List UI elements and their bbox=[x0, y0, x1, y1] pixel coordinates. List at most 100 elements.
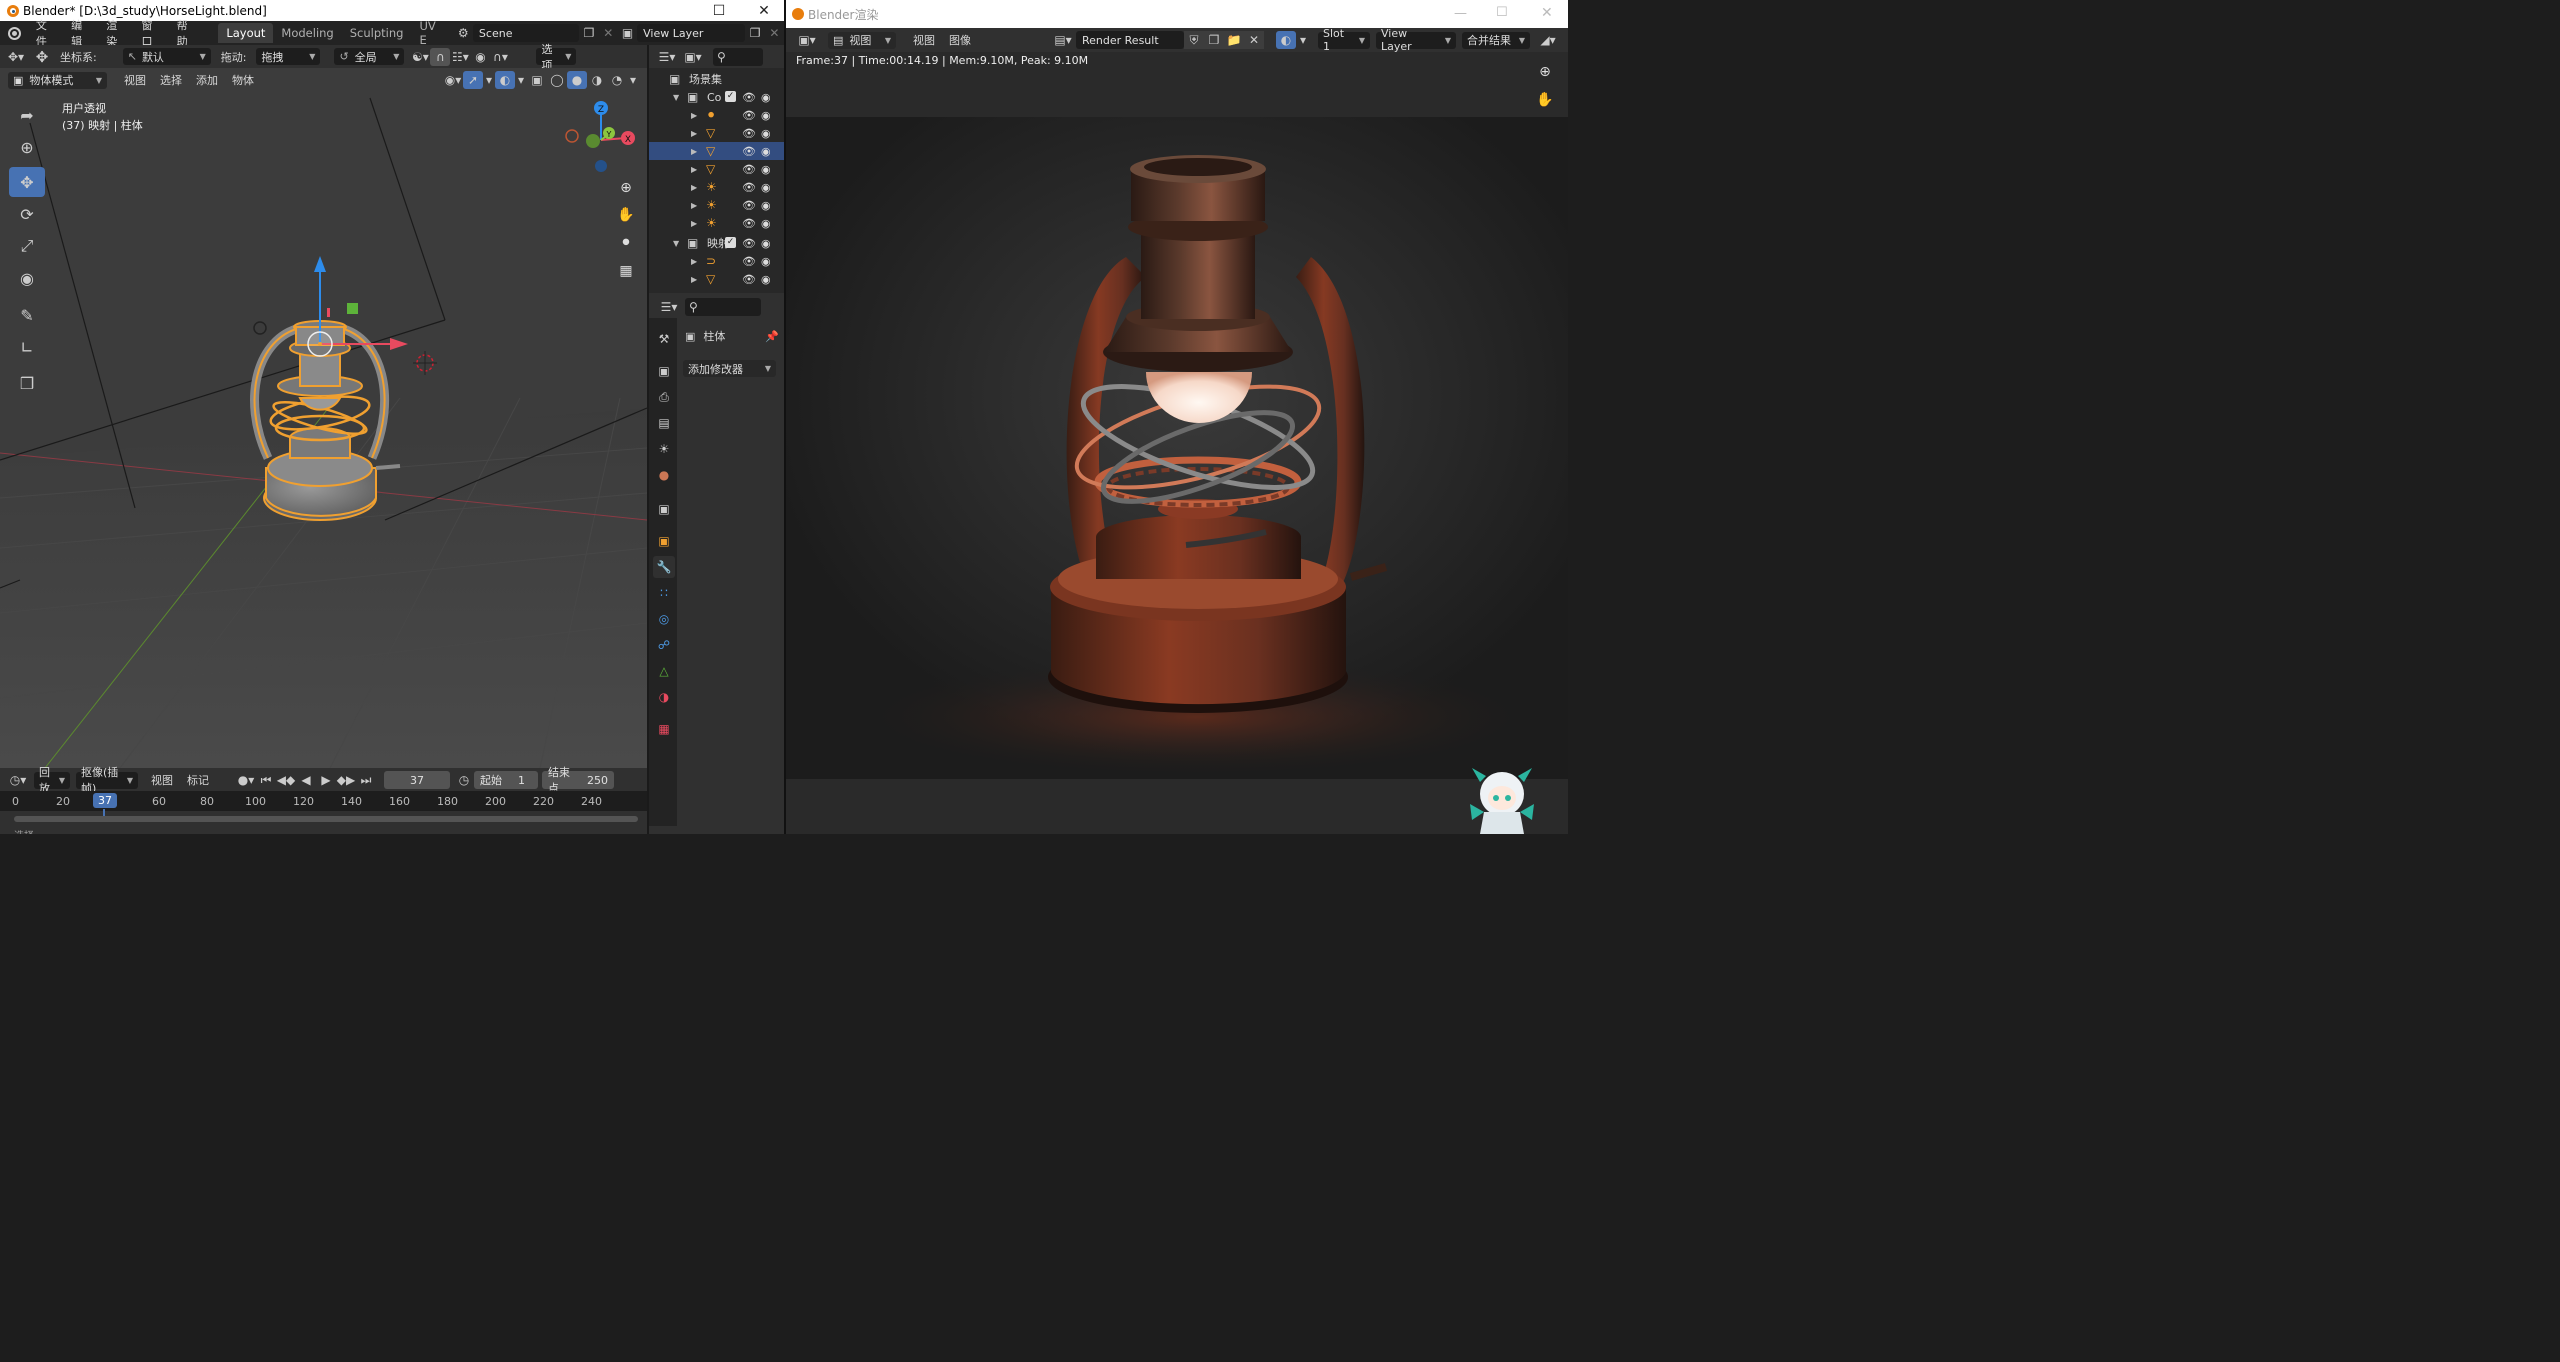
eye-icon[interactable]: 👁 bbox=[742, 255, 756, 268]
outliner-item-mesh[interactable]: ▶ ▽ 👁 ◉ bbox=[649, 124, 784, 142]
transform-tool-dropdown[interactable]: ✥▾ bbox=[6, 48, 26, 66]
add-modifier-dropdown[interactable]: 添加修改器 ▼ bbox=[683, 360, 776, 377]
wireframe-shading-icon[interactable]: ◯ bbox=[547, 71, 567, 89]
annotate-tool-icon[interactable]: ✎ bbox=[9, 300, 45, 330]
close-button[interactable]: ✕ bbox=[744, 0, 784, 21]
render-tab-icon[interactable]: ▣ bbox=[653, 360, 675, 382]
timeline-scrollbar[interactable] bbox=[14, 816, 638, 822]
slot-dropdown[interactable]: Slot 1 ▼ bbox=[1318, 27, 1370, 53]
tab-sculpting[interactable]: Sculpting bbox=[342, 23, 412, 43]
output-tab-icon[interactable]: ⎙ bbox=[653, 386, 675, 408]
maximize-button[interactable]: ☐ bbox=[700, 0, 738, 21]
render-view-layer-dropdown[interactable]: View Layer ▼ bbox=[1376, 27, 1456, 53]
eye-icon[interactable]: 👁 bbox=[742, 237, 756, 250]
timeline-menu-marker[interactable]: 标记 bbox=[180, 772, 216, 788]
render-minimize-button[interactable]: — bbox=[1454, 6, 1467, 21]
scale-tool-icon[interactable]: ⤢ bbox=[9, 231, 45, 261]
scene-field[interactable]: Scene bbox=[472, 24, 580, 42]
scene-tab-icon[interactable]: ☀ bbox=[653, 438, 675, 460]
scopes-icon[interactable]: ◢▾ bbox=[1536, 31, 1560, 49]
render-visibility-icon[interactable]: ◉ bbox=[761, 255, 771, 268]
timeline-ruler[interactable]: 0 20 37 60 80 100 120 140 160 180 200 22… bbox=[0, 791, 647, 811]
prev-keyframe-icon[interactable]: ◀◆ bbox=[276, 771, 296, 789]
delete-scene-icon[interactable]: ✕ bbox=[599, 24, 618, 42]
add-cube-tool-icon[interactable]: ❒ bbox=[9, 368, 45, 398]
timeline-menu-view[interactable]: 视图 bbox=[144, 772, 180, 788]
render-pass-dropdown[interactable]: 合并结果 ▼ bbox=[1462, 31, 1530, 49]
render-visibility-icon[interactable]: ◉ bbox=[761, 145, 771, 158]
eye-icon[interactable]: 👁 bbox=[742, 217, 756, 230]
render-visibility-icon[interactable]: ◉ bbox=[761, 127, 771, 140]
data-tab-icon[interactable]: △ bbox=[653, 660, 675, 682]
outliner-item-light[interactable]: ▶ ☀ 👁 ◉ bbox=[649, 178, 784, 196]
render-zoom-icon[interactable]: ⊕ bbox=[1533, 60, 1557, 84]
gizmo-toggle-icon[interactable]: ➚ bbox=[463, 71, 483, 89]
outliner-item-light[interactable]: ▶ ☀ 👁 ◉ bbox=[649, 214, 784, 232]
drag-dropdown[interactable]: 拖拽 ▼ bbox=[256, 48, 321, 65]
eye-icon[interactable]: 👁 bbox=[742, 127, 756, 140]
render-visibility-icon[interactable]: ◉ bbox=[761, 181, 771, 194]
viewport-menu-add[interactable]: 添加 bbox=[189, 72, 225, 88]
start-frame-field[interactable]: 起始 1 bbox=[474, 771, 538, 789]
texture-tab-icon[interactable]: ▦ bbox=[653, 718, 675, 740]
solid-shading-icon[interactable]: ● bbox=[567, 71, 587, 89]
render-close-button[interactable]: ✕ bbox=[1541, 5, 1553, 21]
zoom-icon[interactable]: ⊕ bbox=[614, 176, 638, 200]
light-gizmo[interactable] bbox=[253, 321, 267, 335]
outliner-search-icon[interactable]: ⚲ bbox=[713, 47, 763, 66]
open-image-icon[interactable]: 📁 bbox=[1224, 31, 1244, 49]
material-tab-icon[interactable]: ◑ bbox=[653, 686, 675, 708]
viewport-menu-select[interactable]: 选择 bbox=[153, 72, 189, 88]
scene-icon[interactable]: ⚙ bbox=[454, 24, 473, 42]
overlay-dropdown-icon[interactable]: ▾ bbox=[515, 71, 527, 89]
viewport-menu-object[interactable]: 物体 bbox=[225, 72, 261, 88]
delete-view-layer-icon[interactable]: ✕ bbox=[765, 24, 784, 42]
visibility-icon[interactable]: ◉▾ bbox=[443, 71, 463, 89]
pivot-dropdown[interactable]: ↺ 全局 ▼ bbox=[334, 48, 405, 65]
eye-icon[interactable]: 👁 bbox=[742, 109, 756, 122]
eye-icon[interactable]: 👁 bbox=[742, 181, 756, 194]
eye-icon[interactable]: 👁 bbox=[742, 163, 756, 176]
outliner-item-mesh[interactable]: ▶ ▽ 👁 ◉ bbox=[649, 160, 784, 178]
render-pan-hand-icon[interactable]: ✋ bbox=[1533, 88, 1557, 112]
ortho-grid-icon[interactable]: ▦ bbox=[614, 259, 638, 283]
render-maximize-button[interactable]: ☐ bbox=[1496, 5, 1508, 20]
outliner-collection-2[interactable]: ▼ ▣ 映射 ✓ 👁 ◉ bbox=[649, 234, 784, 252]
navigation-gizmo[interactable]: Z X Y bbox=[560, 98, 640, 178]
image-name-field[interactable]: Render Result bbox=[1076, 31, 1184, 49]
collection-checkbox[interactable]: ✓ bbox=[725, 237, 736, 248]
eye-icon[interactable]: 👁 bbox=[742, 199, 756, 212]
rotate-tool-icon[interactable]: ⟳ bbox=[9, 199, 45, 229]
view-mode-dropdown[interactable]: ▤ 视图 ▼ bbox=[828, 31, 896, 49]
new-view-layer-icon[interactable]: ❐ bbox=[745, 24, 764, 42]
tab-layout[interactable]: Layout bbox=[218, 23, 274, 43]
display-channels-icon[interactable]: ◐ bbox=[1276, 31, 1296, 49]
measure-tool-icon[interactable]: ∟ bbox=[9, 332, 45, 362]
current-frame-field[interactable]: 37 bbox=[384, 771, 450, 789]
render-visibility-icon[interactable]: ◉ bbox=[761, 217, 771, 230]
browse-image-icon[interactable]: ▤▾ bbox=[1050, 31, 1076, 49]
record-icon[interactable]: ●▾ bbox=[236, 771, 256, 789]
rendered-shading-icon[interactable]: ◔ bbox=[607, 71, 627, 89]
physics-tab-icon[interactable]: ◎ bbox=[653, 608, 675, 630]
move-tool-icon[interactable]: ✥ bbox=[9, 167, 45, 197]
shading-dropdown-icon[interactable]: ▾ bbox=[627, 71, 639, 89]
view-layer-field[interactable]: View Layer bbox=[637, 24, 746, 42]
keying-dropdown[interactable]: 抠像(插帧) ▼ bbox=[76, 766, 138, 795]
falloff-icon[interactable]: ∩▾ bbox=[490, 48, 510, 66]
view-layer-icon[interactable]: ▣ bbox=[618, 24, 637, 42]
cursor-tool-icon[interactable]: ⊕ bbox=[9, 132, 45, 162]
playback-dropdown[interactable]: 回放 ▼ bbox=[34, 766, 70, 795]
render-visibility-icon[interactable]: ◉ bbox=[761, 109, 771, 122]
particles-tab-icon[interactable]: ∷ bbox=[653, 582, 675, 604]
camera-view-icon[interactable]: ⚫ bbox=[614, 231, 638, 255]
play-icon[interactable]: ▶ bbox=[316, 771, 336, 789]
tool-tab-icon[interactable]: ⚒ bbox=[653, 328, 675, 350]
render-menu-view[interactable]: 视图 bbox=[906, 32, 942, 48]
timeline-type-icon[interactable]: ◷▾ bbox=[8, 771, 28, 789]
render-visibility-icon[interactable]: ◉ bbox=[761, 273, 771, 286]
viewport-menu-view[interactable]: 视图 bbox=[117, 72, 153, 88]
outliner-item-curve[interactable]: ▶ ⊃ 👁 ◉ bbox=[649, 252, 784, 270]
3d-viewport[interactable]: 用户透视 (37) 映射 | 柱体 ➦ ⊕ ✥ ⟳ ⤢ ◉ ✎ ∟ ❒ Z X … bbox=[0, 68, 647, 768]
outliner-type-icon[interactable]: ☰▾ bbox=[657, 48, 677, 66]
